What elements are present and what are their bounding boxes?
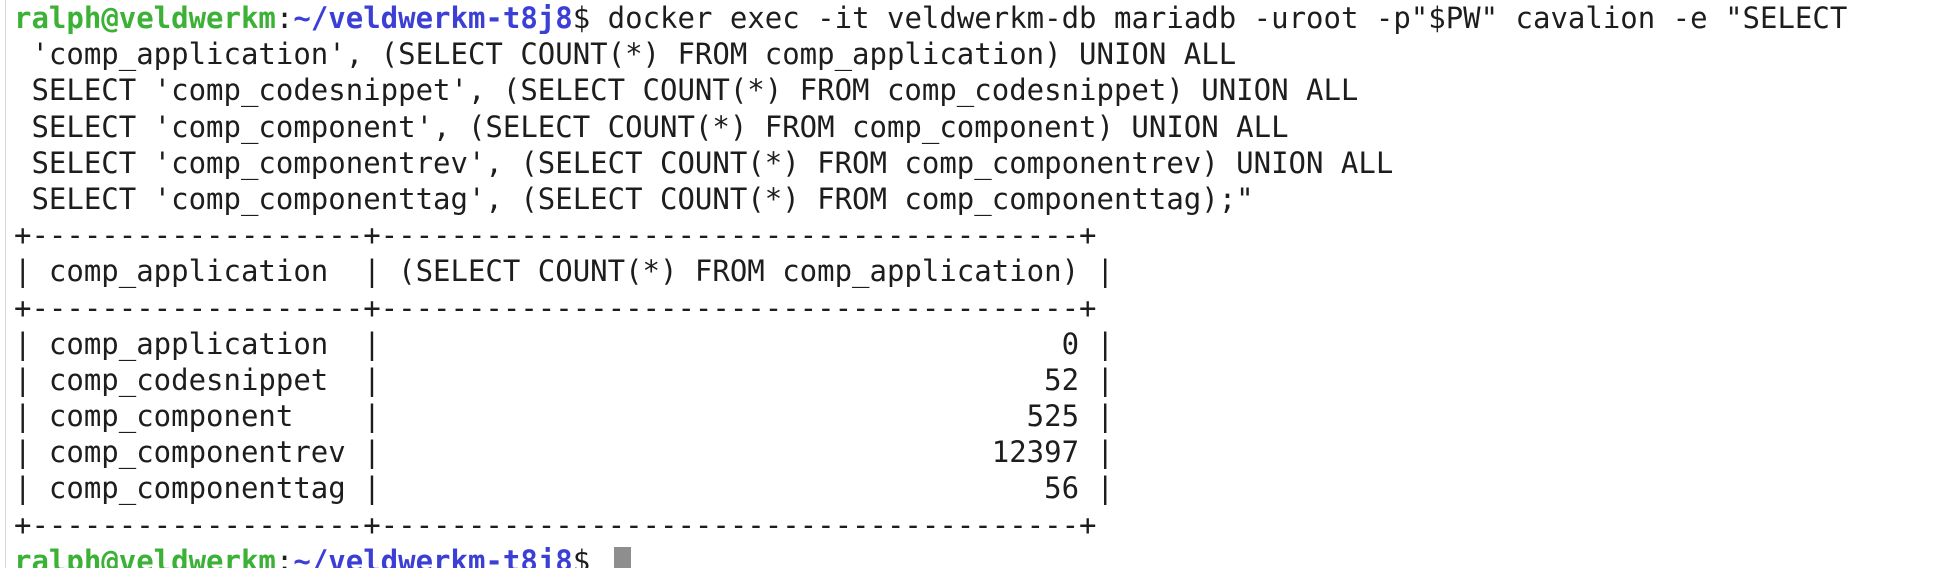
prompt-separator: : <box>275 543 294 568</box>
command-continuation: SELECT 'comp_componenttag', (SELECT COUN… <box>14 181 1254 216</box>
prompt-path: ~/veldwerkm-t8j8 <box>293 543 573 568</box>
command-continuation: 'comp_application', (SELECT COUNT(*) FRO… <box>14 37 1237 72</box>
command-continuation: SELECT 'comp_component', (SELECT COUNT(*… <box>14 109 1289 144</box>
text-cursor <box>613 546 631 568</box>
prompt-separator: : <box>275 1 294 35</box>
table-border: +-------------------+-------------------… <box>14 290 1097 325</box>
table-border: +-------------------+-------------------… <box>14 218 1097 253</box>
table-row: | comp_application | 0 | <box>14 326 1114 361</box>
prompt-user-host: ralph@veldwerkm <box>14 1 276 35</box>
prompt-line[interactable]: ralph@veldwerkm:~/veldwerkm-t8j8$ <box>14 543 1950 568</box>
prompt-path: ~/veldwerkm-t8j8 <box>293 1 573 35</box>
window-edge <box>0 0 6 568</box>
table-row: | comp_component | 525 | <box>14 399 1114 434</box>
table-border: +-------------------+-------------------… <box>14 507 1097 542</box>
prompt-symbol: $ <box>572 543 608 568</box>
table-row: | comp_componenttag | 56 | <box>14 471 1114 506</box>
command-continuation: SELECT 'comp_codesnippet', (SELECT COUNT… <box>14 73 1359 108</box>
command-continuation: SELECT 'comp_componentrev', (SELECT COUN… <box>14 145 1394 180</box>
command-text: docker exec -it veldwerkm-db mariadb -ur… <box>607 1 1848 35</box>
table-header-row: | comp_application | (SELECT COUNT(*) FR… <box>14 254 1114 289</box>
table-row: | comp_codesnippet | 52 | <box>14 362 1114 397</box>
prompt-symbol: $ <box>572 1 608 35</box>
prompt-user-host: ralph@veldwerkm <box>14 543 276 568</box>
command-line-1: ralph@veldwerkm:~/veldwerkm-t8j8$ docker… <box>14 0 1950 36</box>
terminal-window[interactable]: ralph@veldwerkm:~/veldwerkm-t8j8$ docker… <box>0 0 1950 568</box>
table-row: | comp_componentrev | 12397 | <box>14 435 1114 470</box>
